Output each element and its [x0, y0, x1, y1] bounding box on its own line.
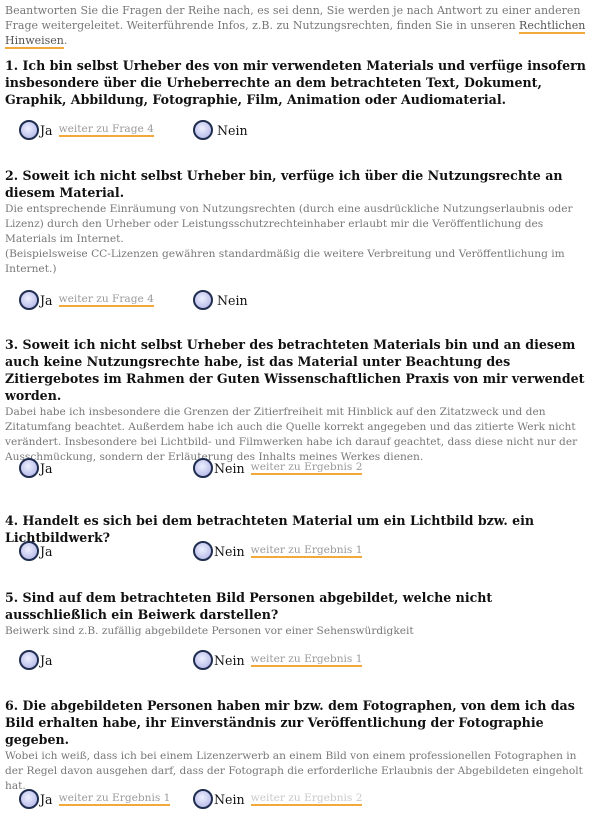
- question-1-yes-option[interactable]: Ja weiter zu Frage 4: [19, 118, 154, 142]
- question-6-yes-option[interactable]: Ja weiter zu Ergebnis 1: [19, 787, 171, 811]
- question-4-no-option[interactable]: Nein weiter zu Ergebnis 1: [193, 539, 363, 563]
- question-2: 2. Soweit ich nicht selbst Urheber bin, …: [5, 167, 590, 277]
- question-1: 1. Ich bin selbst Urheber des von mir ve…: [5, 57, 590, 108]
- question-3-yes-label: Ja: [40, 460, 53, 476]
- question-5-yes-option[interactable]: Ja: [19, 648, 53, 672]
- question-1-yes-radio[interactable]: [19, 120, 39, 140]
- question-4-no-radio[interactable]: [193, 541, 213, 561]
- intro-text: Beantworten Sie die Fragen der Reihe nac…: [5, 4, 586, 49]
- question-6-yes-label: Ja: [40, 791, 53, 807]
- question-1-yes-label: Ja: [40, 122, 53, 138]
- question-3-no-option[interactable]: Nein weiter zu Ergebnis 2: [193, 456, 363, 480]
- question-6-no-radio[interactable]: [193, 789, 213, 809]
- question-2-yes-label: Ja: [40, 292, 53, 308]
- question-4-no-link[interactable]: weiter zu Ergebnis 1: [250, 544, 363, 558]
- question-3-yes-radio[interactable]: [19, 458, 39, 478]
- question-3-title: 3. Soweit ich nicht selbst Urheber des b…: [5, 337, 585, 403]
- question-3-yes-option[interactable]: Ja: [19, 456, 53, 480]
- question-5-yes-radio[interactable]: [19, 650, 39, 670]
- question-1-no-label: Nein: [217, 122, 248, 138]
- question-2-yes-link[interactable]: weiter zu Frage 4: [58, 293, 154, 307]
- question-6-title: 6. Die abgebildeten Personen haben mir b…: [5, 698, 575, 747]
- question-2-description: Die entsprechende Einräumung von Nutzung…: [5, 203, 573, 245]
- question-2-title: 2. Soweit ich nicht selbst Urheber bin, …: [5, 168, 563, 200]
- question-2-yes-radio[interactable]: [19, 290, 39, 310]
- question-3-no-link[interactable]: weiter zu Ergebnis 2: [250, 461, 363, 475]
- question-5-no-radio[interactable]: [193, 650, 213, 670]
- question-2-description-note: (Beispielsweise CC-Lizenzen gewähren sta…: [5, 248, 565, 275]
- question-5-yes-label: Ja: [40, 652, 53, 668]
- question-1-no-radio[interactable]: [193, 120, 213, 140]
- question-4-no-label: Nein: [214, 543, 245, 559]
- question-6-no-label: Nein: [214, 791, 245, 807]
- question-2-no-option[interactable]: Nein: [193, 288, 248, 312]
- question-4-yes-option[interactable]: Ja: [19, 539, 53, 563]
- question-2-no-label: Nein: [217, 292, 248, 308]
- question-6-no-link[interactable]: weiter zu Ergebnis 2: [250, 792, 363, 806]
- question-2-no-radio[interactable]: [193, 290, 213, 310]
- question-6-no-option[interactable]: Nein weiter zu Ergebnis 2: [193, 787, 363, 811]
- question-3: 3. Soweit ich nicht selbst Urheber des b…: [5, 336, 590, 465]
- question-1-no-option[interactable]: Nein: [193, 118, 248, 142]
- question-6-yes-radio[interactable]: [19, 789, 39, 809]
- question-4-yes-label: Ja: [40, 543, 53, 559]
- question-1-title: 1. Ich bin selbst Urheber des von mir ve…: [5, 58, 586, 107]
- question-5-no-link[interactable]: weiter zu Ergebnis 1: [250, 653, 363, 667]
- question-5-no-label: Nein: [214, 652, 245, 668]
- question-5-no-option[interactable]: Nein weiter zu Ergebnis 1: [193, 648, 363, 672]
- question-3-no-label: Nein: [214, 460, 245, 476]
- question-4-yes-radio[interactable]: [19, 541, 39, 561]
- question-3-no-radio[interactable]: [193, 458, 213, 478]
- question-5: 5. Sind auf dem betrachteten Bild Person…: [5, 589, 590, 639]
- question-5-description: Beiwerk sind z.B. zufällig abgebildete P…: [5, 625, 414, 637]
- question-5-title: 5. Sind auf dem betrachteten Bild Person…: [5, 590, 493, 622]
- question-6-yes-link[interactable]: weiter zu Ergebnis 1: [58, 792, 171, 806]
- question-1-yes-link[interactable]: weiter zu Frage 4: [58, 123, 154, 137]
- question-6: 6. Die abgebildeten Personen haben mir b…: [5, 697, 590, 794]
- question-2-yes-option[interactable]: Ja weiter zu Frage 4: [19, 288, 154, 312]
